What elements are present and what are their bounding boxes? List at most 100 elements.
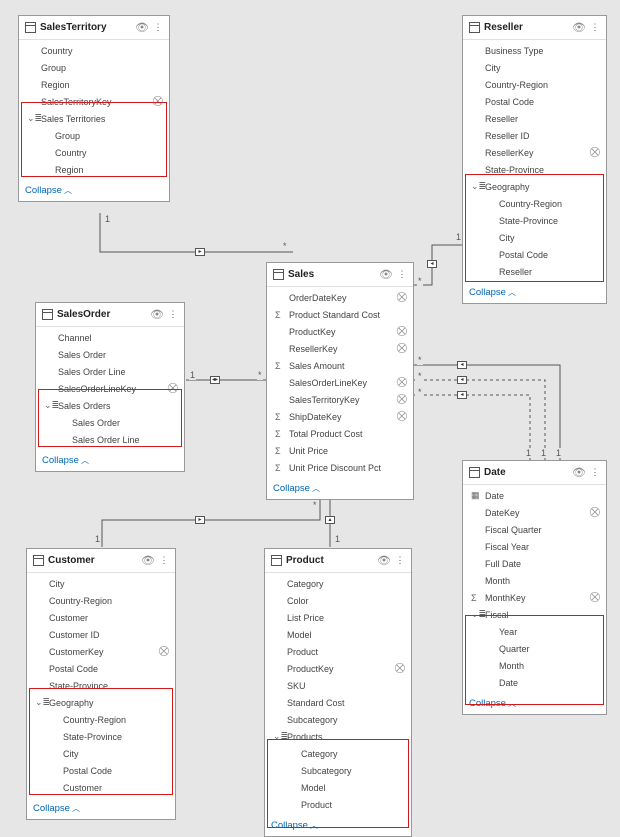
field-row[interactable]: OrderDateKey⛒ — [267, 289, 413, 306]
field-row[interactable]: List Price — [265, 609, 411, 626]
field-row[interactable]: City — [463, 229, 606, 246]
more-icon[interactable]: ⋮ — [397, 270, 407, 279]
field-row[interactable]: Country-Region — [463, 76, 606, 93]
field-row[interactable]: ΣUnit Price — [267, 442, 413, 459]
field-row[interactable]: State-Province — [463, 212, 606, 229]
field-row[interactable]: Customer — [27, 609, 175, 626]
field-row[interactable]: Region — [19, 161, 169, 178]
field-row[interactable]: ΣMonthKey⛒ — [463, 589, 606, 606]
collapse-link[interactable]: Collapse ︿ — [19, 180, 169, 201]
field-row[interactable]: Category — [265, 575, 411, 592]
field-row[interactable]: Country-Region — [463, 195, 606, 212]
table-salesorder[interactable]: SalesOrder👁⋮ChannelSales OrderSales Orde… — [35, 302, 185, 472]
field-row[interactable]: ΣSales Amount — [267, 357, 413, 374]
visibility-icon[interactable]: 👁 — [572, 21, 586, 34]
field-row[interactable]: Postal Code — [463, 93, 606, 110]
visibility-icon[interactable]: 👁 — [572, 466, 586, 479]
field-row[interactable]: Full Date — [463, 555, 606, 572]
field-row[interactable]: SalesTerritoryKey⛒ — [267, 391, 413, 408]
visibility-icon[interactable]: 👁 — [141, 554, 155, 567]
field-row[interactable]: SalesOrderLineKey⛒ — [267, 374, 413, 391]
field-row[interactable]: State-Province — [27, 728, 175, 745]
field-row[interactable]: ▦Date — [463, 487, 606, 504]
collapse-link[interactable]: Collapse ︿ — [265, 815, 411, 836]
field-row[interactable]: Year — [463, 623, 606, 640]
field-row[interactable]: State-Province — [463, 161, 606, 178]
field-row[interactable]: ΣShipDateKey⛒ — [267, 408, 413, 425]
field-row[interactable]: ΣUnit Price Discount Pct — [267, 459, 413, 476]
field-row[interactable]: Model — [265, 626, 411, 643]
field-row[interactable]: ⌄≣Geography — [27, 694, 175, 711]
table-sales[interactable]: Sales👁⋮OrderDateKey⛒ΣProduct Standard Co… — [266, 262, 414, 500]
field-row[interactable]: Sales Order Line — [36, 431, 184, 448]
field-row[interactable]: Product — [265, 796, 411, 813]
field-row[interactable]: SalesTerritoryKey⛒ — [19, 93, 169, 110]
field-row[interactable]: Subcategory — [265, 762, 411, 779]
field-row[interactable]: Model — [265, 779, 411, 796]
visibility-icon[interactable]: 👁 — [135, 21, 149, 34]
field-row[interactable]: City — [463, 59, 606, 76]
table-product[interactable]: Product👁⋮CategoryColorList PriceModelPro… — [264, 548, 412, 837]
field-row[interactable]: Region — [19, 76, 169, 93]
field-row[interactable]: ResellerKey⛒ — [463, 144, 606, 161]
field-row[interactable]: Fiscal Year — [463, 538, 606, 555]
field-row[interactable]: ProductKey⛒ — [265, 660, 411, 677]
more-icon[interactable]: ⋮ — [168, 310, 178, 319]
visibility-icon[interactable]: 👁 — [150, 308, 164, 321]
more-icon[interactable]: ⋮ — [159, 556, 169, 565]
field-row[interactable]: Country — [19, 144, 169, 161]
field-row[interactable]: DateKey⛒ — [463, 504, 606, 521]
field-row[interactable]: State-Province — [27, 677, 175, 694]
field-row[interactable]: Fiscal Quarter — [463, 521, 606, 538]
collapse-link[interactable]: Collapse ︿ — [27, 798, 175, 819]
table-salesterritory[interactable]: SalesTerritory👁⋮CountryGroupRegionSalesT… — [18, 15, 170, 202]
field-row[interactable]: Country-Region — [27, 592, 175, 609]
collapse-link[interactable]: Collapse ︿ — [36, 450, 184, 471]
field-row[interactable]: Date — [463, 674, 606, 691]
field-row[interactable]: ⌄≣Geography — [463, 178, 606, 195]
collapse-link[interactable]: Collapse ︿ — [463, 282, 606, 303]
collapse-link[interactable]: Collapse ︿ — [267, 478, 413, 499]
field-row[interactable]: SKU — [265, 677, 411, 694]
field-row[interactable]: Customer — [27, 779, 175, 796]
field-row[interactable]: Category — [265, 745, 411, 762]
table-reseller[interactable]: Reseller👁⋮Business TypeCityCountry-Regio… — [462, 15, 607, 304]
field-row[interactable]: Postal Code — [27, 762, 175, 779]
table-date[interactable]: Date👁⋮▦DateDateKey⛒Fiscal QuarterFiscal … — [462, 460, 607, 715]
table-customer[interactable]: Customer👁⋮CityCountry-RegionCustomerCust… — [26, 548, 176, 820]
field-row[interactable]: CustomerKey⛒ — [27, 643, 175, 660]
field-row[interactable]: ΣTotal Product Cost — [267, 425, 413, 442]
field-row[interactable]: Color — [265, 592, 411, 609]
field-row[interactable]: Sales Order — [36, 414, 184, 431]
field-row[interactable]: City — [27, 575, 175, 592]
field-row[interactable]: ResellerKey⛒ — [267, 340, 413, 357]
field-row[interactable]: Sales Order — [36, 346, 184, 363]
field-row[interactable]: ⌄≣Fiscal — [463, 606, 606, 623]
field-row[interactable]: Business Type — [463, 42, 606, 59]
field-row[interactable]: Reseller ID — [463, 127, 606, 144]
field-row[interactable]: Standard Cost — [265, 694, 411, 711]
visibility-icon[interactable]: 👁 — [377, 554, 391, 567]
field-row[interactable]: Reseller — [463, 110, 606, 127]
field-row[interactable]: Country-Region — [27, 711, 175, 728]
field-row[interactable]: Customer ID — [27, 626, 175, 643]
field-row[interactable]: Channel — [36, 329, 184, 346]
field-row[interactable]: Sales Order Line — [36, 363, 184, 380]
field-row[interactable]: Group — [19, 127, 169, 144]
field-row[interactable]: SalesOrderLineKey⛒ — [36, 380, 184, 397]
field-row[interactable]: City — [27, 745, 175, 762]
field-row[interactable]: Month — [463, 572, 606, 589]
more-icon[interactable]: ⋮ — [395, 556, 405, 565]
field-row[interactable]: Month — [463, 657, 606, 674]
field-row[interactable]: ⌄≣Sales Territories — [19, 110, 169, 127]
field-row[interactable]: ProductKey⛒ — [267, 323, 413, 340]
field-row[interactable]: Group — [19, 59, 169, 76]
field-row[interactable]: ΣProduct Standard Cost — [267, 306, 413, 323]
visibility-icon[interactable]: 👁 — [379, 268, 393, 281]
field-row[interactable]: ⌄≣Products — [265, 728, 411, 745]
field-row[interactable]: Postal Code — [27, 660, 175, 677]
field-row[interactable]: ⌄≣Sales Orders — [36, 397, 184, 414]
field-row[interactable]: Quarter — [463, 640, 606, 657]
collapse-link[interactable]: Collapse ︿ — [463, 693, 606, 714]
more-icon[interactable]: ⋮ — [590, 23, 600, 32]
